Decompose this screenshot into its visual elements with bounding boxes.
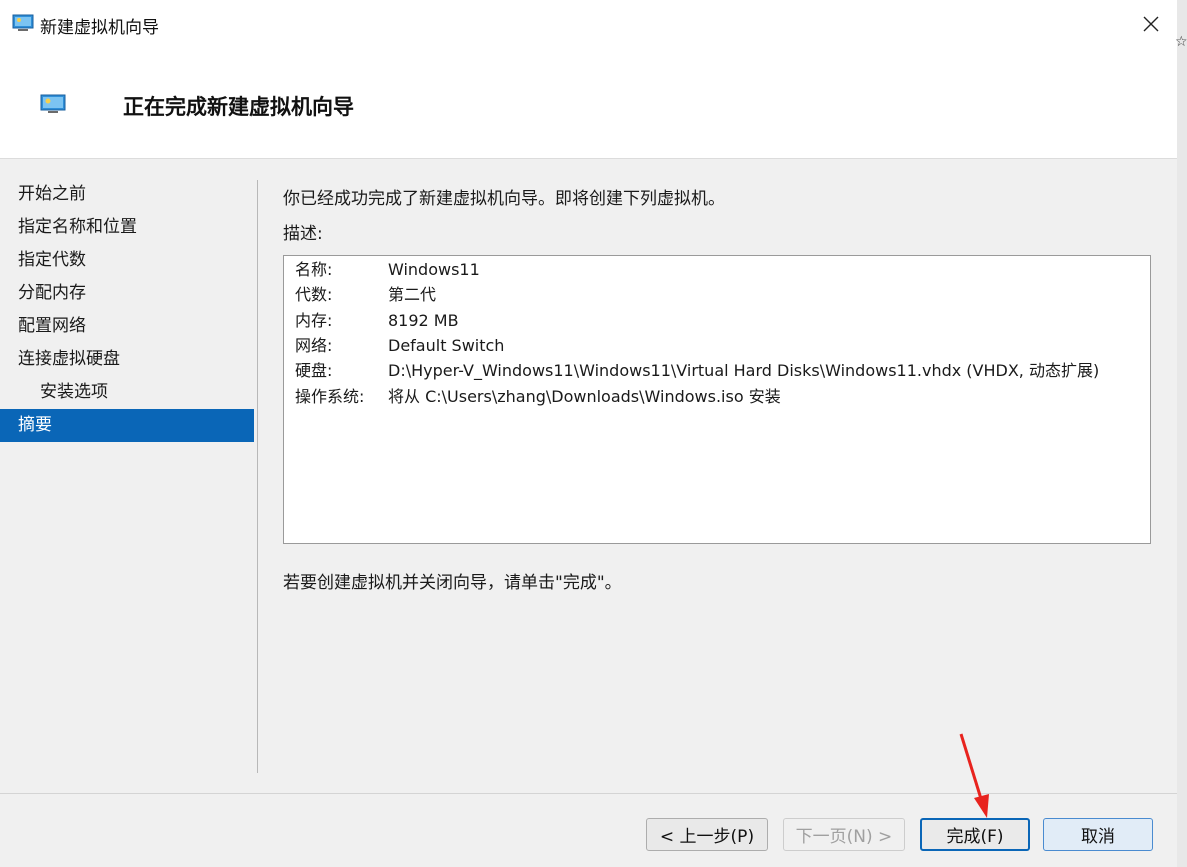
next-button[interactable]: 下一页(N) > — [783, 818, 905, 851]
finish-instruction: 若要创建虚拟机并关闭向导，请单击"完成"。 — [283, 573, 622, 593]
summary-value: 将从 C:\Users\zhang\Downloads\Windows.iso … — [388, 387, 781, 406]
summary-value: Windows11 — [388, 260, 480, 279]
finish-button[interactable]: 完成(F) — [920, 818, 1030, 851]
background-window — [1177, 0, 1187, 867]
star-icon: ☆ — [1175, 34, 1187, 50]
summary-row: 代数: 第二代 — [295, 282, 436, 307]
hyperv-monitor-icon — [12, 14, 34, 31]
summary-row: 名称: Windows11 — [295, 257, 480, 282]
nav-item-summary[interactable]: 摘要 — [0, 409, 254, 442]
summary-row: 操作系统: 将从 C:\Users\zhang\Downloads\Windows… — [295, 384, 781, 409]
summary-row: 内存: 8192 MB — [295, 308, 459, 333]
summary-value: 第二代 — [388, 285, 437, 304]
summary-key: 硬盘: — [295, 361, 333, 380]
nav-divider — [257, 180, 258, 773]
red-arrow-icon — [959, 733, 989, 818]
description-box[interactable]: 名称: Windows11 代数: 第二代 内存: 8192 MB 网络: Defaul… — [283, 255, 1151, 544]
summary-key: 名称: — [295, 260, 333, 279]
page-title: 正在完成新建虚拟机向导 — [123, 95, 354, 119]
nav-item-memory[interactable]: 分配内存 — [0, 277, 256, 310]
footer-divider — [0, 793, 1177, 794]
summary-key: 内存: — [295, 311, 333, 330]
close-button[interactable] — [1131, 4, 1171, 44]
summary-key: 网络: — [295, 336, 333, 355]
title-bar: 新建虚拟机向导 — [0, 0, 1177, 48]
wizard-header: 正在完成新建虚拟机向导 — [0, 48, 1177, 159]
summary-key: 操作系统: — [295, 387, 365, 406]
nav-item-install-options[interactable]: 安装选项 — [0, 376, 256, 409]
back-button[interactable]: < 上一步(P) — [646, 818, 768, 851]
nav-item-network[interactable]: 配置网络 — [0, 310, 256, 343]
summary-value: Default Switch — [388, 336, 505, 355]
close-icon — [1143, 16, 1159, 32]
window-title: 新建虚拟机向导 — [40, 18, 159, 38]
nav-item-generation[interactable]: 指定代数 — [0, 244, 256, 277]
summary-value: D:\Hyper-V_Windows11\Windows11\Virtual H… — [388, 361, 1100, 380]
summary-value: 8192 MB — [388, 311, 459, 330]
summary-key: 代数: — [295, 285, 333, 304]
summary-row: 硬盘: D:\Hyper-V_Windows11\Windows11\Virtua… — [295, 358, 1099, 383]
description-label: 描述: — [283, 224, 323, 244]
hyperv-monitor-icon — [40, 94, 66, 113]
cancel-button[interactable]: 取消 — [1043, 818, 1153, 851]
nav-item-virtual-disk[interactable]: 连接虚拟硬盘 — [0, 343, 256, 376]
wizard-steps: 开始之前 指定名称和位置 指定代数 分配内存 配置网络 连接虚拟硬盘 安装选项 … — [0, 178, 256, 442]
nav-item-before-you-begin[interactable]: 开始之前 — [0, 178, 256, 211]
nav-item-name-location[interactable]: 指定名称和位置 — [0, 211, 256, 244]
intro-text: 你已经成功完成了新建虚拟机向导。即将创建下列虚拟机。 — [283, 189, 725, 209]
wizard-window: 新建虚拟机向导 正在完成新建虚拟机向导 开始之前 指定名称和位置 指定代数 分配… — [0, 0, 1178, 867]
summary-row: 网络: Default Switch — [295, 333, 504, 358]
